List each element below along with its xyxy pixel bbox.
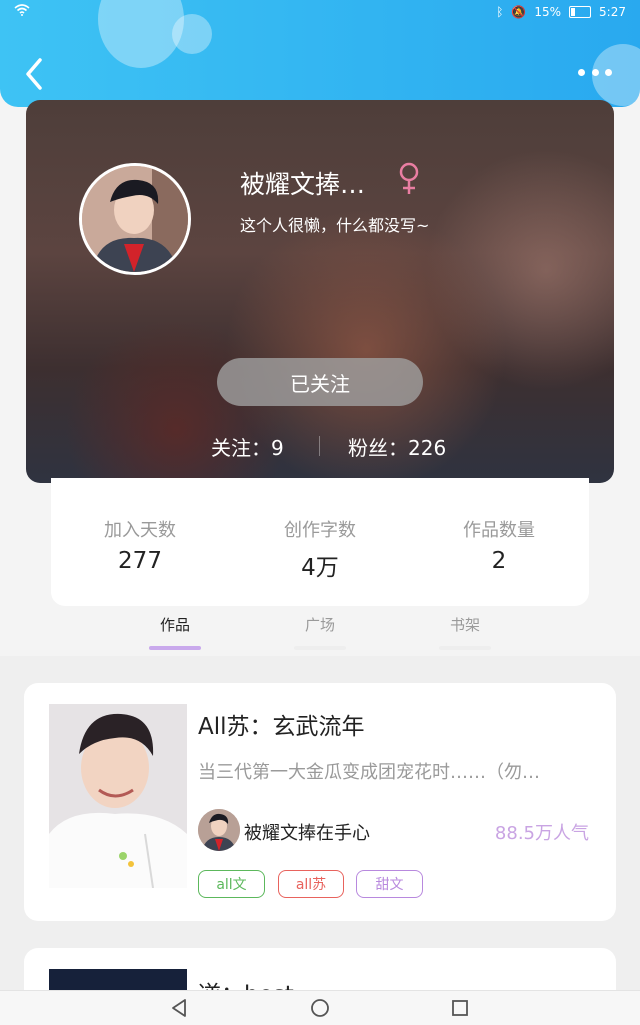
circle-home-icon [311,999,329,1017]
nav-recent-button[interactable] [449,997,471,1019]
author-name[interactable]: 被耀文捧在手心 [244,819,370,845]
stat-label: 创作字数 [284,520,356,541]
work-card[interactable]: All苏：玄武流年 当三代第一大金瓜变成团宠花时……（勿… 被耀文捧在手心 88… [24,683,616,921]
bluetooth-icon: ᛒ [496,5,504,19]
tab-label: 书架 [449,616,480,634]
work-cover-image[interactable] [49,704,187,888]
work-title[interactable]: All苏：玄武流年 [198,707,365,741]
system-nav-bar [0,990,640,1025]
stat-value: 2 [491,548,507,574]
stats-card: 加入天数 277 创作字数 4万 作品数量 2 [51,478,589,606]
following-count[interactable]: 关注：9 [211,432,284,461]
clock: 5:27 [599,5,626,19]
square-recents-icon [452,1000,468,1016]
fans-count[interactable]: 粉丝：226 [348,432,446,461]
more-dots-icon [578,68,585,76]
tag-sweet[interactable]: 甜文 [356,870,423,898]
wifi-icon [14,4,30,19]
tag-all-su[interactable]: all苏 [278,870,344,898]
tab-indicator [294,646,346,650]
stat-label: 作品数量 [463,520,535,541]
popularity-count: 88.5万人气 [494,823,589,844]
female-icon [398,162,420,200]
stat-works-count: 作品数量 2 [419,516,579,574]
tab-square[interactable]: 广场 [280,614,360,650]
tab-indicator [439,646,491,650]
more-button[interactable] [578,62,612,82]
mute-icon: 🔕 [511,5,527,19]
tag-all-wen[interactable]: all文 [198,870,265,898]
tab-label: 作品 [159,616,190,634]
tab-indicator [149,646,201,650]
chevron-left-icon [26,58,42,90]
stat-join-days: 加入天数 277 [60,516,220,574]
tab-works[interactable]: 作品 [135,614,215,650]
profile-card: 被耀文捧… 这个人很懒，什么都没写~ 已关注 关注：9 粉丝：226 [26,100,614,483]
stat-value: 277 [118,548,162,574]
follow-button[interactable]: 已关注 [217,358,423,406]
tab-bookshelf[interactable]: 书架 [425,614,505,650]
work-description: 当三代第一大金瓜变成团宠花时……（勿… [198,762,540,783]
triangle-back-icon [172,999,186,1017]
stat-label: 加入天数 [104,520,176,541]
nav-back-button[interactable] [169,997,191,1019]
battery-percent: 15% [534,5,562,19]
nav-home-button[interactable] [309,997,331,1019]
divider [319,436,320,456]
battery-icon [569,6,592,18]
follow-counts: 关注：9 粉丝：226 [26,428,614,464]
status-bar: ᛒ 🔕 15% 5:27 [0,0,640,24]
avatar[interactable] [79,163,191,275]
bio: 这个人很懒，什么都没写~ [240,216,430,235]
stat-value: 4万 [301,555,339,581]
tab-bar: 作品 广场 书架 [0,606,640,656]
nickname: 被耀文捧… [240,170,366,199]
author-avatar[interactable] [198,809,240,851]
back-button[interactable] [16,56,52,92]
stat-word-count: 创作字数 4万 [240,516,400,582]
tab-label: 广场 [304,616,335,634]
